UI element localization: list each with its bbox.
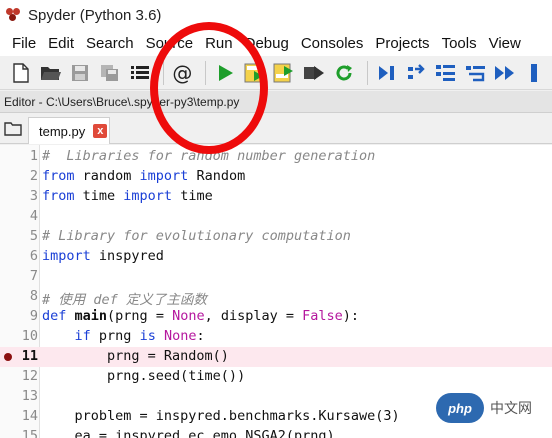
title-bar: Spyder (Python 3.6): [0, 0, 552, 30]
run-selection-icon[interactable]: [301, 60, 327, 86]
code-line[interactable]: 11 prng = Random(): [0, 347, 552, 367]
run-cell-icon[interactable]: [242, 60, 268, 86]
php-logo: php: [436, 393, 484, 423]
code-line[interactable]: 12 prng.seed(time()): [0, 367, 552, 387]
run-cell-advance-icon[interactable]: [272, 60, 298, 86]
menu-consoles[interactable]: Consoles: [295, 35, 370, 52]
menu-edit[interactable]: Edit: [42, 35, 80, 52]
step-return-icon[interactable]: [463, 60, 489, 86]
menu-file[interactable]: File: [6, 35, 42, 52]
rerun-last-icon[interactable]: [331, 60, 357, 86]
line-number: 8: [29, 288, 38, 304]
code-text: from random import Random: [42, 168, 246, 184]
line-number: 3: [29, 188, 38, 204]
code-text: ea = inspyred.ec.emo.NSGA2(prng): [42, 428, 335, 438]
code-line[interactable]: 5 # Library for evolutionary computation: [0, 227, 552, 247]
menu-source[interactable]: Source: [140, 35, 200, 52]
menu-projects[interactable]: Projects: [369, 35, 435, 52]
menu-bar: File Edit Search Source Run Debug Consol…: [0, 30, 552, 56]
line-number: 13: [21, 388, 38, 404]
line-number: 11: [21, 348, 38, 364]
code-text: import inspyred: [42, 248, 164, 264]
continue-icon[interactable]: [493, 60, 519, 86]
open-file-icon[interactable]: [38, 60, 64, 86]
code-line[interactable]: 15 ea = inspyred.ec.emo.NSGA2(prng): [0, 427, 552, 438]
code-text: prng = Random(): [42, 348, 229, 364]
tab-temp-py[interactable]: temp.py x: [28, 117, 110, 144]
line-number: 10: [21, 328, 38, 344]
browse-tabs-icon[interactable]: [4, 120, 22, 136]
stop-debug-icon[interactable]: [522, 60, 548, 86]
file-list-icon[interactable]: [127, 60, 153, 86]
watermark-text: 中文网: [490, 400, 532, 416]
code-line[interactable]: 2 from random import Random: [0, 167, 552, 187]
main-toolbar: @: [0, 56, 552, 90]
close-icon[interactable]: x: [93, 124, 108, 138]
watermark: php 中文网: [436, 390, 552, 426]
save-all-icon[interactable]: [97, 60, 123, 86]
code-text: if prng is None:: [74, 328, 205, 344]
line-number: 7: [29, 268, 38, 284]
menu-search[interactable]: Search: [80, 35, 140, 52]
line-number: 14: [21, 408, 38, 424]
code-text: def main(prng = None, display = False):: [42, 308, 360, 324]
code-line[interactable]: 6 import inspyred: [0, 247, 552, 267]
line-number: 1: [29, 148, 38, 164]
code-line[interactable]: 7: [0, 267, 552, 287]
tab-label: temp.py: [39, 123, 86, 139]
code-line[interactable]: 3 from time import time: [0, 187, 552, 207]
line-number: 9: [29, 308, 38, 324]
code-line[interactable]: 10 if prng is None:: [0, 327, 552, 347]
menu-debug[interactable]: Debug: [239, 35, 295, 52]
code-text: # Library for evolutionary computation: [42, 228, 351, 244]
line-number: 5: [29, 228, 38, 244]
line-number: 2: [29, 168, 38, 184]
run-file-icon[interactable]: [212, 60, 238, 86]
toolbar-separator: [162, 60, 164, 85]
line-number: 6: [29, 248, 38, 264]
step-icon[interactable]: [403, 60, 429, 86]
save-file-icon[interactable]: [67, 60, 93, 86]
editor-tab-bar: temp.py x: [0, 114, 552, 144]
debug-icon[interactable]: [374, 60, 400, 86]
toolbar-separator: [366, 60, 368, 85]
menu-view[interactable]: View: [483, 35, 527, 52]
line-number: 4: [29, 208, 38, 224]
toolbar-separator: [205, 60, 207, 85]
code-text: # 使用 def 定义了主函数: [42, 292, 207, 308]
spyder-logo-icon: [6, 8, 20, 22]
code-line[interactable]: 4: [0, 207, 552, 227]
code-text: prng.seed(time()): [42, 368, 246, 384]
menu-run[interactable]: Run: [199, 35, 239, 52]
line-number: 15: [21, 428, 38, 438]
window-title: Spyder (Python 3.6): [28, 6, 162, 24]
code-line[interactable]: 1 # Libraries for random number generatio…: [0, 147, 552, 167]
line-number: 12: [21, 368, 38, 384]
step-into-icon[interactable]: [433, 60, 459, 86]
menu-tools[interactable]: Tools: [436, 35, 483, 52]
code-line[interactable]: 8 # 使用 def 定义了主函数: [0, 287, 552, 308]
code-text: from time import time: [42, 188, 213, 204]
new-file-icon[interactable]: [8, 60, 34, 86]
code-text: problem = inspyred.benchmarks.Kursawe(3): [42, 408, 400, 424]
at-sign-icon[interactable]: @: [170, 60, 196, 86]
code-line[interactable]: 9 def main(prng = None, display = False):: [0, 307, 552, 327]
editor-path-label: Editor - C:\Users\Bruce\.spyder-py3\temp…: [0, 91, 552, 113]
code-text: # Libraries for random number generation: [42, 148, 376, 164]
